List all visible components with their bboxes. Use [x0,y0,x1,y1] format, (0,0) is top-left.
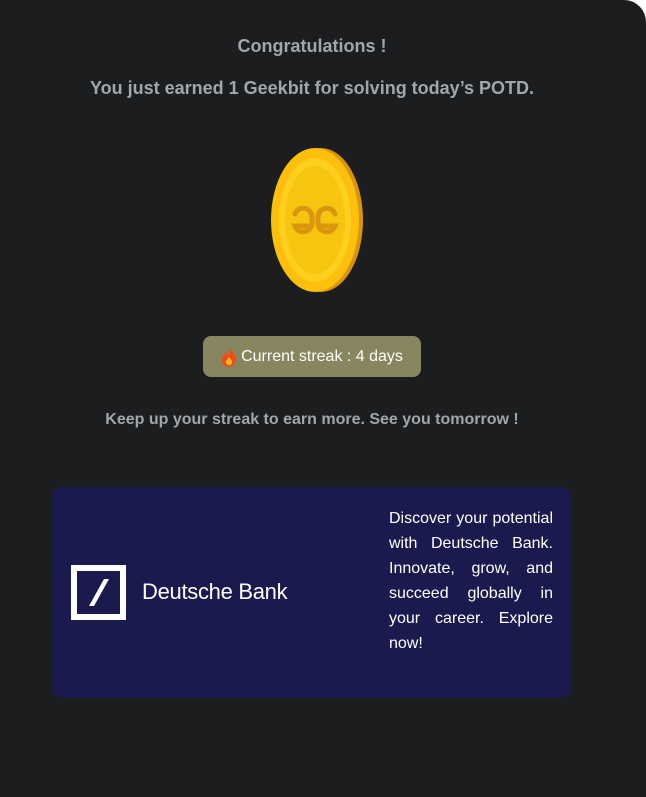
deutsche-bank-ad[interactable]: Deutsche Bank Discover your potential wi… [52,487,571,698]
streak-label: Current streak : 4 days [241,347,403,365]
fire-icon [221,346,237,367]
modal-title: Congratulations ! [237,36,387,56]
reward-modal: Congratulations ! You just earned 1 Geek… [0,0,646,797]
streak-badge: Current streak : 4 days [203,336,421,377]
geekbit-coin-icon [268,144,368,296]
streak-encouragement: Keep up your streak to earn more. See yo… [105,411,519,428]
brand-name: Deutsche Bank [142,579,288,604]
ad-description: Discover your potential with Deutsche Ba… [389,510,553,652]
deutsche-bank-logo-icon [71,565,126,620]
reward-message: You just earned 1 Geekbit for solving to… [89,78,535,98]
